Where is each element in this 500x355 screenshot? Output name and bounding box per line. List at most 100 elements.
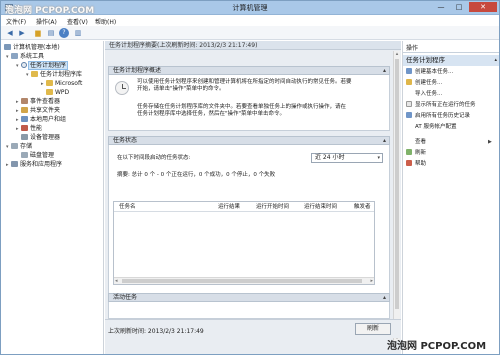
action-refresh[interactable]: 刷新 — [406, 149, 426, 158]
status-section-header[interactable]: 任务状态 ▴ — [108, 136, 390, 145]
create-task-icon — [406, 79, 412, 85]
chevron-up-icon[interactable]: ▴ — [383, 137, 386, 145]
menu-bar: 文件(F) 操作(A) 查看(V) 帮助(H) — [1, 15, 499, 26]
shared-folder-icon — [21, 107, 28, 113]
menu-action[interactable]: 操作(A) — [36, 17, 57, 26]
scroll-left-icon[interactable]: ◂ — [115, 278, 118, 284]
tree-local-users[interactable]: ▸ 本地用户和组 — [16, 115, 66, 124]
action-enable-history[interactable]: 启用所有任务历史记录 — [406, 112, 470, 121]
scrollbar-thumb[interactable] — [122, 279, 362, 283]
users-icon — [21, 116, 28, 122]
list-icon[interactable]: ▤ — [46, 28, 56, 38]
tree-shared-folders[interactable]: ▸ 共享文件夹 — [16, 106, 60, 115]
action-view[interactable]: 查看 ▶ — [406, 138, 498, 147]
overview-section-header[interactable]: 任务计划程序概述 ▴ — [108, 66, 390, 75]
maximize-button[interactable]: □ — [451, 2, 467, 12]
column-task-name[interactable]: 任务名 — [119, 203, 136, 211]
column-run-start[interactable]: 运行开始时间 — [256, 203, 289, 211]
action-at-service-config[interactable]: AT 服务帐户配置 — [406, 123, 456, 132]
forward-icon[interactable]: ▶ — [17, 28, 27, 38]
tree-system-tools[interactable]: ▾ 系统工具 — [6, 52, 44, 61]
period-label: 在以下时间段启动的任务状态: — [117, 155, 191, 161]
refresh-button[interactable]: 刷新 — [355, 323, 391, 335]
actions-group-title: 任务计划程序 — [406, 56, 445, 64]
storage-icon — [11, 143, 18, 149]
folder-icon — [46, 80, 53, 86]
chevron-down-icon: ▾ — [377, 155, 380, 161]
folder-icon — [31, 71, 38, 77]
tree-services[interactable]: ▸ 服务和应用程序 — [6, 160, 62, 169]
tree-wpd[interactable]: WPD — [46, 88, 69, 97]
table-header: 任务名 运行结果 运行开始时间 运行结束时间 触发者 — [114, 202, 374, 212]
action-import-task[interactable]: 导入任务... — [406, 90, 442, 99]
minimize-button[interactable]: — — [433, 2, 449, 12]
action-show-running-tasks[interactable]: 显示所有正在运行的任务 — [406, 101, 476, 110]
at-service-icon — [406, 123, 412, 129]
center-vertical-scrollbar[interactable]: ▴ ▾ — [393, 51, 400, 341]
event-viewer-icon — [21, 98, 28, 104]
close-button[interactable]: ✕ — [469, 2, 497, 12]
table-horizontal-scrollbar[interactable]: ◂ ▸ — [114, 277, 374, 284]
overview-line-2: 开始，请单击"操作"菜单中的命令。 — [137, 86, 225, 92]
history-icon — [406, 112, 412, 118]
column-run-result[interactable]: 运行结果 — [218, 203, 240, 211]
watermark-bottom: 泡泡网 PCPOP.COM — [387, 341, 487, 352]
performance-icon — [21, 125, 28, 131]
folder-icon — [46, 89, 53, 95]
tree-microsoft[interactable]: ▸ Microsoft — [41, 79, 82, 88]
navigation-tree: 计算机管理(本地) ▾ 系统工具 ▾ 任务计划程序 ▾ 任务计划程序库 ▸ Micros… — [1, 41, 104, 354]
center-footer: 上次刷新时间: 2013/2/3 21:17:49 刷新 — [105, 319, 401, 338]
task-status-table: 任务名 运行结果 运行开始时间 运行结束时间 触发者 ◂ ▸ — [113, 201, 375, 285]
help-icon[interactable]: ? — [59, 28, 69, 38]
column-triggered-by[interactable]: 触发者 — [354, 203, 371, 211]
create-basic-task-icon — [406, 68, 412, 74]
active-section-header[interactable]: 活动任务 ▴ — [108, 293, 390, 302]
import-icon — [406, 90, 412, 96]
view-icon — [406, 138, 412, 144]
running-tasks-icon — [406, 101, 412, 107]
period-select-value: 近 24 小时 — [315, 154, 345, 161]
tree-device-manager[interactable]: 设备管理器 — [21, 133, 60, 142]
folder-icon[interactable]: ▆ — [33, 28, 43, 38]
tree-disk-management[interactable]: 磁盘管理 — [21, 151, 54, 160]
overview-panel: 可以使用任务计划程序来创建和管理计算机将在所指定的时间自动执行的常见任务。若要 … — [108, 75, 390, 131]
back-icon[interactable]: ◀ — [5, 28, 15, 38]
center-pane: 任务计划程序摘要(上次刷新时间: 2013/2/3 21:17:49) 任务计划… — [105, 41, 401, 354]
toolbar: ◀ ▶ ▆ ▤ ? ▥ — [1, 26, 499, 40]
services-icon — [11, 161, 18, 167]
overview-title: 任务计划程序概述 — [113, 67, 162, 74]
tree-task-scheduler[interactable]: ▾ 任务计划程序 — [16, 61, 69, 70]
status-summary: 摘要: 总计 0 个 - 0 个正在运行，0 个成功，0 个停止，0 个失败 — [117, 172, 276, 178]
active-title: 活动任务 — [113, 294, 138, 301]
action-help[interactable]: 帮助 — [406, 160, 426, 169]
active-panel — [108, 302, 390, 319]
period-select[interactable]: 近 24 小时 ▾ — [311, 153, 383, 163]
disk-icon — [21, 152, 28, 158]
action-create-basic-task[interactable]: 创建基本任务... — [406, 68, 453, 77]
scroll-up-icon[interactable]: ▴ — [394, 51, 400, 57]
tree-performance[interactable]: ▸ 性能 — [16, 124, 42, 133]
actions-group-header[interactable]: 任务计划程序 ▴ — [403, 55, 499, 66]
refresh-icon — [406, 149, 412, 155]
scrollbar-thumb[interactable] — [395, 59, 399, 309]
tree-task-library[interactable]: ▾ 任务计划程序库 — [26, 70, 82, 79]
tree-root[interactable]: 计算机管理(本地) — [4, 43, 60, 52]
tree-event-viewer[interactable]: ▸ 事件查看器 — [16, 97, 60, 106]
summary-header: 任务计划程序摘要(上次刷新时间: 2013/2/3 21:17:49) — [105, 41, 401, 50]
action-create-task[interactable]: 创建任务... — [406, 79, 442, 88]
device-manager-icon — [21, 134, 28, 140]
menu-file[interactable]: 文件(F) — [6, 17, 26, 26]
watermark-top: 泡泡网 PCPOP.COM — [5, 6, 95, 16]
panel-icon[interactable]: ▥ — [73, 28, 83, 38]
column-run-end[interactable]: 运行结束时间 — [304, 203, 337, 211]
tree-storage[interactable]: ▾ 存储 — [6, 142, 32, 151]
last-refresh-time: 上次刷新时间: 2013/2/3 21:17:49 — [108, 328, 204, 335]
chevron-up-icon[interactable]: ▴ — [383, 67, 386, 75]
menu-help[interactable]: 帮助(H) — [95, 17, 116, 26]
scroll-right-icon[interactable]: ▸ — [370, 278, 373, 284]
chevron-up-icon[interactable]: ▴ — [494, 55, 497, 66]
menu-view[interactable]: 查看(V) — [67, 17, 88, 26]
chevron-up-icon[interactable]: ▴ — [383, 294, 386, 302]
status-title: 任务状态 — [113, 137, 138, 144]
actions-pane: 操作 任务计划程序 ▴ 创建基本任务... 创建任务... 导入任务... 显示… — [402, 41, 499, 354]
